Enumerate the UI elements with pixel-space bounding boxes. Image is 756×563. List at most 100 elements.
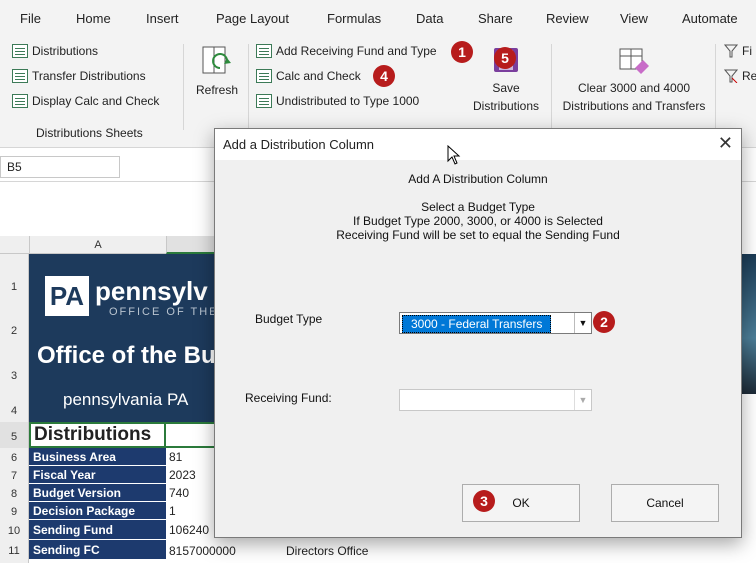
ribbon-separator <box>248 44 249 130</box>
budget-type-select[interactable]: 3000 - Federal Transfers ▼ <box>399 312 592 334</box>
refresh-icon <box>202 46 231 74</box>
distributions-label: Distributions <box>32 44 99 58</box>
row-header-7[interactable]: 7 <box>0 466 29 484</box>
row-header-11[interactable]: 11 <box>0 540 29 563</box>
filter-remove-button[interactable]: Re <box>724 69 756 83</box>
table-icon <box>12 69 28 83</box>
value-decision-package[interactable]: 1 <box>169 502 176 520</box>
receiving-fund-label: Receiving Fund: <box>245 391 332 405</box>
row-header-6[interactable]: 6 <box>0 448 29 466</box>
cancel-button[interactable]: Cancel <box>611 484 719 522</box>
label-sending-fund: Sending Fund <box>29 520 166 540</box>
distributions-button[interactable]: Distributions <box>12 44 98 58</box>
value-fiscal-year[interactable]: 2023 <box>169 466 196 484</box>
step-badge-2: 2 <box>593 311 615 333</box>
calc-and-check-button[interactable]: Calc and Check <box>256 69 361 83</box>
row-header-10[interactable]: 10 <box>0 520 29 540</box>
distributions-title-cell[interactable]: Distributions <box>29 422 166 448</box>
pa-banner-footer: pennsylvania PA <box>63 390 189 409</box>
transfer-distributions-label: Transfer Distributions <box>32 69 146 83</box>
add-receiving-fund-button[interactable]: Add Receiving Fund and Type <box>256 44 437 58</box>
clear-distributions-button[interactable]: Clear 3000 and 4000 Distributions and Tr… <box>556 44 712 116</box>
refresh-button[interactable]: Refresh <box>192 44 242 104</box>
tab-home[interactable]: Home <box>76 11 111 26</box>
transfer-distributions-button[interactable]: Transfer Distributions <box>12 69 146 83</box>
tab-review[interactable]: Review <box>546 11 589 26</box>
row-header-9[interactable]: 9 <box>0 502 29 520</box>
tab-insert[interactable]: Insert <box>146 11 179 26</box>
save-label-1: Save <box>492 81 520 95</box>
group-label-distributions-sheets: Distributions Sheets <box>36 126 143 140</box>
tab-share[interactable]: Share <box>478 11 513 26</box>
table-icon <box>256 94 272 108</box>
pa-logo-mark: PA <box>45 276 89 316</box>
tab-page-layout[interactable]: Page Layout <box>216 11 289 26</box>
row-header-5[interactable]: 5 <box>0 422 29 448</box>
step-badge-4: 4 <box>373 65 395 87</box>
filter-remove-label: Re <box>742 69 756 83</box>
dialog-heading: Add A Distribution Column <box>408 172 548 186</box>
pa-banner-subtitle: OFFICE OF THE <box>109 306 219 318</box>
row-header-1[interactable]: 1 <box>0 254 29 296</box>
label-decision-package: Decision Package <box>29 502 166 520</box>
row-header-2[interactable]: 2 <box>0 296 29 342</box>
column-header-b[interactable] <box>166 236 214 254</box>
undistributed-button[interactable]: Undistributed to Type 1000 <box>256 94 419 108</box>
table-icon <box>12 94 28 108</box>
value-business-area[interactable]: 81 <box>169 448 182 466</box>
dialog-title-bar[interactable]: Add a Distribution Column ✕ <box>215 129 741 160</box>
step-badge-1: 1 <box>451 41 473 63</box>
select-all-corner[interactable] <box>0 236 29 254</box>
dropdown-arrow-icon[interactable]: ▼ <box>574 390 591 410</box>
filter-label: Fi <box>742 44 752 58</box>
filter-button[interactable]: Fi <box>724 44 752 58</box>
dropdown-arrow-icon[interactable]: ▼ <box>574 313 591 333</box>
label-sending-fc: Sending FC <box>29 540 166 560</box>
tab-data[interactable]: Data <box>416 11 443 26</box>
value-budget-version[interactable]: 740 <box>169 484 189 502</box>
clear-label-2: Distributions and Transfers <box>562 99 706 113</box>
table-icon <box>256 69 272 83</box>
row-header-8[interactable]: 8 <box>0 484 29 502</box>
pa-banner-office: Office of the Bu <box>37 342 216 369</box>
mouse-cursor-icon <box>447 145 461 165</box>
label-business-area: Business Area <box>29 448 166 466</box>
tab-automate[interactable]: Automate <box>682 11 738 26</box>
tab-formulas[interactable]: Formulas <box>327 11 381 26</box>
table-icon <box>256 44 272 58</box>
row-header-3[interactable]: 3 <box>0 342 29 386</box>
dialog-instruction-1: Select a Budget Type <box>421 200 535 214</box>
display-calc-check-button[interactable]: Display Calc and Check <box>12 94 159 108</box>
pa-banner-name: pennsylv <box>95 276 208 306</box>
tab-file[interactable]: File <box>20 11 41 26</box>
dialog-title: Add a Distribution Column <box>223 137 375 152</box>
name-box[interactable]: B5 <box>0 156 120 178</box>
step-badge-5: 5 <box>494 47 516 69</box>
column-header-a[interactable]: A <box>29 236 166 254</box>
display-calc-check-label: Display Calc and Check <box>32 94 160 108</box>
close-icon[interactable]: ✕ <box>718 133 733 154</box>
value-sending-fc[interactable]: 8157000000 <box>169 542 236 560</box>
ribbon-separator <box>715 44 716 130</box>
dialog-instruction-3: Receiving Fund will be set to equal the … <box>336 228 620 242</box>
dialog-instruction-2: If Budget Type 2000, 3000, or 4000 is Se… <box>353 214 603 228</box>
value-sending-fc-name[interactable]: Directors Office <box>286 542 368 560</box>
tab-view[interactable]: View <box>620 11 648 26</box>
refresh-label: Refresh <box>195 83 239 97</box>
receiving-fund-select[interactable]: ▼ <box>399 389 592 411</box>
table-icon <box>12 44 28 58</box>
selected-cell-b5[interactable] <box>166 422 216 448</box>
row-header-4[interactable]: 4 <box>0 386 29 422</box>
label-fiscal-year: Fiscal Year <box>29 466 166 484</box>
add-receiving-fund-label: Add Receiving Fund and Type <box>276 44 437 58</box>
undistributed-label: Undistributed to Type 1000 <box>276 94 420 108</box>
ribbon-separator <box>183 44 184 130</box>
add-distribution-column-dialog: Add a Distribution Column ✕ Add A Distri… <box>214 128 742 538</box>
clear-icon <box>619 48 649 74</box>
ribbon-separator <box>551 44 552 130</box>
step-badge-3: 3 <box>473 490 495 512</box>
save-label-2: Distributions <box>472 99 540 113</box>
value-sending-fund[interactable]: 106240 <box>169 521 209 539</box>
calc-and-check-label: Calc and Check <box>276 69 361 83</box>
budget-type-selected-value: 3000 - Federal Transfers <box>402 315 552 333</box>
